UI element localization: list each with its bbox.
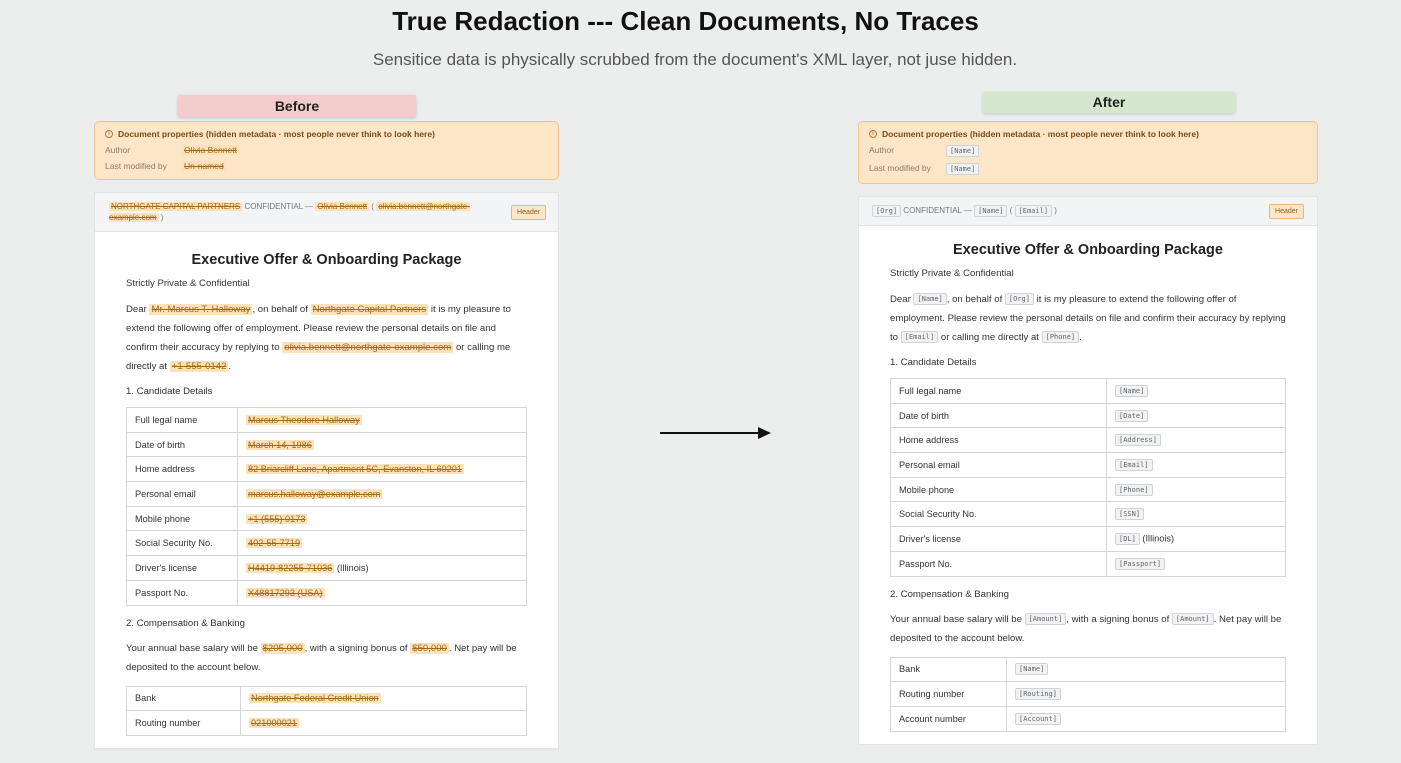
header-org: NORTHGATE CAPITAL PARTNERS [109, 202, 243, 211]
table-row: Routing number 021000021 [126, 710, 527, 736]
header-confidential: CONFIDENTIAL — [242, 202, 316, 211]
placeholder-salary: [Amount] [1024, 612, 1067, 625]
header-name: Olivia Bennett [315, 202, 370, 211]
info-icon: i [105, 130, 113, 138]
header-confidential: CONFIDENTIAL — [901, 206, 975, 216]
document-title: Executive Offer & Onboarding Package [953, 242, 1223, 258]
properties-title-text: Document properties (hidden metadata · m… [118, 129, 435, 139]
table-row: Account number [Account] [890, 705, 1286, 732]
table-row: Driver's license H4419-82255-71036 (Illin… [126, 555, 527, 581]
table-row: Passport No. [Passport] [890, 550, 1286, 577]
modified-row: Last modified by [Name] [869, 163, 1307, 175]
author-value: Olivia Bennett [182, 145, 239, 155]
document-subtitle: Strictly Private & Confidential [126, 278, 250, 289]
author-label: Author [105, 145, 131, 155]
modified-value: Un-named [182, 161, 226, 171]
document: [Org] CONFIDENTIAL — [Name] ( [Email] ) … [858, 196, 1318, 745]
table-row: Date of birth March 14, 1986 [126, 431, 527, 458]
info-icon: i [869, 130, 877, 138]
after-label: After [983, 92, 1235, 113]
document-subtitle: Strictly Private & Confidential [890, 268, 1014, 279]
table-row: Home address 82 Briarcliff Lane, Apartmen… [126, 456, 527, 483]
compensation-paragraph: Your annual base salary will be [Amount]… [890, 612, 1282, 644]
table-row: Personal email [Email] [890, 452, 1286, 478]
section-heading: 2. Compensation & Banking [890, 588, 1009, 600]
table-row: Bank [Name] [890, 656, 1286, 683]
table-row: Personal email marcus.halloway@example.co… [126, 481, 527, 507]
author-placeholder: [Name] [946, 145, 980, 157]
properties-title-text: Document properties (hidden metadata · m… [882, 129, 1199, 139]
table-row: Full legal name [Name] [890, 378, 1286, 404]
table-row: Mobile phone +1 (555) 0173 [126, 505, 527, 532]
table-row: Social Security No. 402-55-7719 [126, 530, 527, 557]
after-panel: i Document properties (hidden metadata ·… [858, 121, 1318, 745]
bank-table: Bank [Name] Routing number [Routing] Accou… [890, 656, 1286, 732]
document: NORTHGATE CAPITAL PARTNERS CONFIDENTIAL … [94, 192, 559, 749]
modified-label: Last modified by [869, 163, 931, 173]
header-email: [Email] [1014, 205, 1053, 217]
redacted-email: olivia.bennett@northgate-example.com [282, 342, 454, 353]
table-row: Routing number [Routing] [890, 681, 1286, 707]
before-panel: i Document properties (hidden metadata ·… [94, 121, 559, 753]
document-body: Executive Offer & Onboarding Package Str… [859, 226, 1317, 732]
table-row: Bank Northgate Federal Credit Union [126, 685, 527, 712]
modified-placeholder: [Name] [946, 163, 980, 175]
properties-title: i Document properties (hidden metadata ·… [105, 129, 548, 139]
intro-paragraph: Dear Mr. Marcus T. Halloway, on behalf o… [126, 304, 511, 372]
hero-title: True Redaction --- Clean Documents, No T… [392, 6, 979, 36]
modified-label: Last modified by [105, 161, 167, 171]
table-row: Home address [Address] [890, 427, 1286, 454]
compensation-paragraph: Your annual base salary will be $205,000… [126, 642, 517, 673]
redacted-phone: +1-555-0142 [169, 361, 229, 372]
document-header: [Org] CONFIDENTIAL — [Name] ( [Email] ) … [859, 197, 1317, 226]
before-label: Before [178, 95, 416, 117]
arrow-right-icon [660, 427, 771, 439]
placeholder-name: [Name] [913, 293, 947, 306]
properties-title: i Document properties (hidden metadata ·… [869, 129, 1307, 139]
placeholder-org: [Org] [1004, 293, 1034, 306]
author-label: Author [869, 145, 895, 155]
table-row: Social Security No. [SSN] [890, 501, 1286, 528]
document-body: Executive Offer & Onboarding Package Str… [95, 232, 558, 736]
document-properties: i Document properties (hidden metadata ·… [94, 121, 559, 180]
section-heading: 1. Candidate Details [126, 386, 213, 397]
bank-table: Bank Northgate Federal Credit Union Routi… [126, 685, 527, 736]
intro-paragraph: Dear [Name], on behalf of [Org] it is my… [890, 293, 1286, 344]
header-badge: Header [1269, 204, 1304, 219]
hero-subtitle: Sensitice data is physically scrubbed fr… [372, 50, 1018, 69]
table-row: Driver's license [DL] (Illinois) [890, 526, 1286, 552]
header-name: [Name] [974, 205, 1008, 217]
table-row: Full legal name Marcus Theodore Halloway [126, 407, 527, 433]
header-org: [Org] [872, 205, 902, 217]
table-row: Date of birth [Date] [890, 402, 1286, 429]
redacted-org: Northgate Capital Partners [310, 304, 429, 315]
author-row: Author [Name] [869, 145, 1307, 157]
placeholder-email: [Email] [900, 331, 939, 344]
modified-row: Last modified by Un-named [105, 161, 548, 171]
placeholder-phone: [Phone] [1041, 331, 1080, 344]
candidate-table: Full legal name [Name] Date of birth [Date… [890, 378, 1286, 577]
document-properties: i Document properties (hidden metadata ·… [858, 121, 1318, 184]
candidate-table: Full legal name Marcus Theodore Halloway … [126, 407, 527, 606]
section-heading: 2. Compensation & Banking [126, 617, 245, 629]
document-header: NORTHGATE CAPITAL PARTNERS CONFIDENTIAL … [95, 193, 558, 232]
section-heading: 1. Candidate Details [890, 357, 977, 368]
redacted-name: Mr. Marcus T. Halloway [149, 304, 253, 315]
placeholder-bonus: [Amount] [1171, 612, 1214, 625]
document-title: Executive Offer & Onboarding Package [191, 252, 462, 268]
redacted-salary: $205,000 [260, 642, 305, 654]
redacted-bonus: $50,000 [410, 642, 449, 654]
table-row: Mobile phone [Phone] [890, 476, 1286, 503]
table-row: Passport No. X48817293 (USA) [126, 579, 527, 606]
header-badge: Header [511, 205, 546, 220]
author-row: Author Olivia Bennett [105, 145, 548, 155]
